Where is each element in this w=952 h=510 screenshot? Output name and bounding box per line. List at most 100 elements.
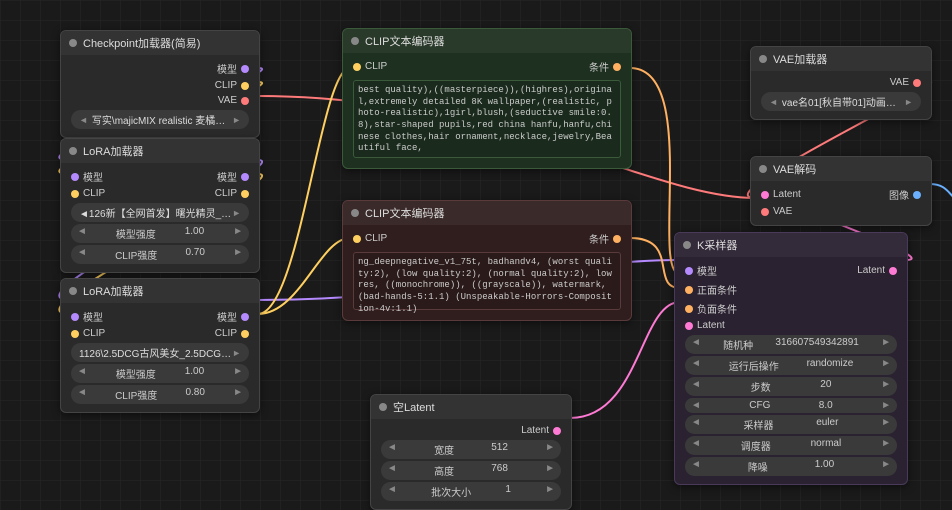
value: 316607549342891	[775, 337, 858, 352]
batch-widget[interactable]: ◄批次大小1►	[381, 482, 561, 501]
label: 调度器	[741, 438, 771, 453]
value: 8.0	[819, 400, 833, 411]
input-positive: 正面条件	[697, 282, 737, 297]
node-ksampler[interactable]: K采样器 模型Latent 正面条件 负面条件 Latent ◄随机种31660…	[674, 232, 908, 485]
value: randomize	[807, 358, 854, 373]
node-clip-text-encode-positive[interactable]: CLIP文本编码器 CLIP 条件 best quality),((masterp…	[342, 28, 632, 169]
input-clip: CLIP	[83, 188, 105, 199]
input-model: 模型	[83, 169, 103, 184]
title-text: VAE加载器	[773, 51, 827, 67]
value: 512	[491, 442, 508, 457]
sampler-widget[interactable]: ◄采样器euler►	[685, 415, 897, 434]
output-model: 模型	[217, 169, 237, 184]
output-latent: Latent	[521, 425, 549, 436]
checkpoint-name: 写实\majicMIX realistic 麦橘写实_v7.safetensor…	[92, 112, 228, 127]
value: 0.80	[185, 387, 204, 402]
title-text: LoRA加载器	[83, 283, 144, 299]
value: 1.00	[185, 226, 204, 241]
label: 批次大小	[431, 484, 471, 499]
node-clip-text-encode-negative[interactable]: CLIP文本编码器 CLIP 条件 ng_deepnegative_v1_75t,…	[342, 200, 632, 321]
node-title[interactable]: K采样器	[675, 233, 907, 257]
output-conditioning: 条件	[589, 231, 609, 246]
title-text: VAE解码	[773, 161, 816, 177]
width-widget[interactable]: ◄宽度512►	[381, 440, 561, 459]
seed-widget[interactable]: ◄随机种316607549342891►	[685, 335, 897, 354]
strength-clip-widget[interactable]: ◄CLIP强度0.80►	[71, 385, 249, 404]
title-text: 空Latent	[393, 399, 435, 415]
node-title[interactable]: VAE加载器	[751, 47, 931, 71]
strength-clip-widget[interactable]: ◄CLIP强度0.70►	[71, 245, 249, 264]
label: 高度	[434, 463, 454, 478]
label: 模型强度	[116, 226, 156, 241]
lora-name: ◄126新【全网首发】曙光精灵_v1.5.safetensors	[79, 205, 232, 220]
input-latent: Latent	[773, 189, 801, 200]
label: 步数	[751, 379, 771, 394]
node-checkpoint-loader[interactable]: Checkpoint加载器(简易) 模型 CLIP VAE ◄写实\majicM…	[60, 30, 260, 138]
input-model: 模型	[83, 309, 103, 324]
scheduler-widget[interactable]: ◄调度器normal►	[685, 436, 897, 455]
input-latent: Latent	[697, 320, 725, 331]
label: 运行后操作	[729, 358, 779, 373]
label: 宽度	[434, 442, 454, 457]
value: 1.00	[815, 459, 834, 474]
input-model: 模型	[697, 263, 717, 278]
node-title[interactable]: VAE解码	[751, 157, 931, 181]
strength-model-widget[interactable]: ◄模型强度1.00►	[71, 364, 249, 383]
value: 1	[505, 484, 511, 499]
value: normal	[811, 438, 842, 453]
value: 1.00	[185, 366, 204, 381]
strength-model-widget[interactable]: ◄模型强度1.00►	[71, 224, 249, 243]
label: 随机种	[723, 337, 753, 352]
title-text: LoRA加载器	[83, 143, 144, 159]
output-model: 模型	[217, 61, 237, 76]
cfg-widget[interactable]: ◄CFG8.0►	[685, 398, 897, 413]
node-title[interactable]: CLIP文本编码器	[343, 201, 631, 225]
title-text: CLIP文本编码器	[365, 205, 444, 221]
value: 0.70	[185, 247, 204, 262]
prompt-textarea[interactable]: ng_deepnegative_v1_75t, badhandv4, (wors…	[353, 252, 621, 310]
input-clip: CLIP	[365, 233, 387, 244]
output-vae: VAE	[218, 95, 237, 106]
output-conditioning: 条件	[589, 59, 609, 74]
node-title[interactable]: 空Latent	[371, 395, 571, 419]
label: CLIP强度	[115, 387, 157, 402]
label: CFG	[749, 400, 770, 411]
lora-name-widget[interactable]: 1126\2.5DCG古风美女_2.5DCG古风美女v1.safetensors…	[71, 343, 249, 362]
label: CLIP强度	[115, 247, 157, 262]
checkpoint-name-widget[interactable]: ◄写实\majicMIX realistic 麦橘写实_v7.safetenso…	[71, 110, 249, 129]
node-vae-loader[interactable]: VAE加载器 VAE ◄vae名01[秋自带01]动画2-kl-f8-anime…	[750, 46, 932, 120]
node-empty-latent[interactable]: 空Latent Latent ◄宽度512► ◄高度768► ◄批次大小1►	[370, 394, 572, 510]
vae-name-widget[interactable]: ◄vae名01[秋自带01]动画2-kl-f8-anime2.ckpt►	[761, 92, 921, 111]
node-lora-loader-2[interactable]: LoRA加载器 模型模型 CLIPCLIP 1126\2.5DCG古风美女_2.…	[60, 278, 260, 413]
prompt-textarea[interactable]: best quality),((masterpiece)),(highres),…	[353, 80, 621, 158]
output-clip: CLIP	[215, 80, 237, 91]
node-title[interactable]: CLIP文本编码器	[343, 29, 631, 53]
vae-name: vae名01[秋自带01]动画2-kl-f8-anime2.ckpt	[782, 94, 900, 109]
input-clip: CLIP	[83, 328, 105, 339]
node-lora-loader-1[interactable]: LoRA加载器 模型 模型 CLIP CLIP ◄126新【全网首发】曙光精灵_v1…	[60, 138, 260, 273]
input-negative: 负面条件	[697, 301, 737, 316]
label: 模型强度	[116, 366, 156, 381]
title-text: K采样器	[697, 237, 737, 253]
value: 768	[491, 463, 508, 478]
output-model: 模型	[217, 309, 237, 324]
title-text: Checkpoint加载器(简易)	[83, 35, 200, 51]
lora-name-widget[interactable]: ◄126新【全网首发】曙光精灵_v1.5.safetensors►	[71, 203, 249, 222]
title-text: CLIP文本编码器	[365, 33, 444, 49]
node-title[interactable]: LoRA加载器	[61, 279, 259, 303]
steps-widget[interactable]: ◄步数20►	[685, 377, 897, 396]
node-vae-decode[interactable]: VAE解码 Latent图像 VAE	[750, 156, 932, 226]
label: 采样器	[744, 417, 774, 432]
denoise-widget[interactable]: ◄降噪1.00►	[685, 457, 897, 476]
input-vae: VAE	[773, 206, 792, 217]
after-widget[interactable]: ◄运行后操作randomize►	[685, 356, 897, 375]
label: 降噪	[748, 459, 768, 474]
node-title[interactable]: LoRA加载器	[61, 139, 259, 163]
input-clip: CLIP	[365, 61, 387, 72]
value: 20	[820, 379, 831, 394]
output-vae: VAE	[890, 77, 909, 88]
height-widget[interactable]: ◄高度768►	[381, 461, 561, 480]
output-latent: Latent	[857, 265, 885, 276]
node-title[interactable]: Checkpoint加载器(简易)	[61, 31, 259, 55]
output-clip: CLIP	[215, 188, 237, 199]
